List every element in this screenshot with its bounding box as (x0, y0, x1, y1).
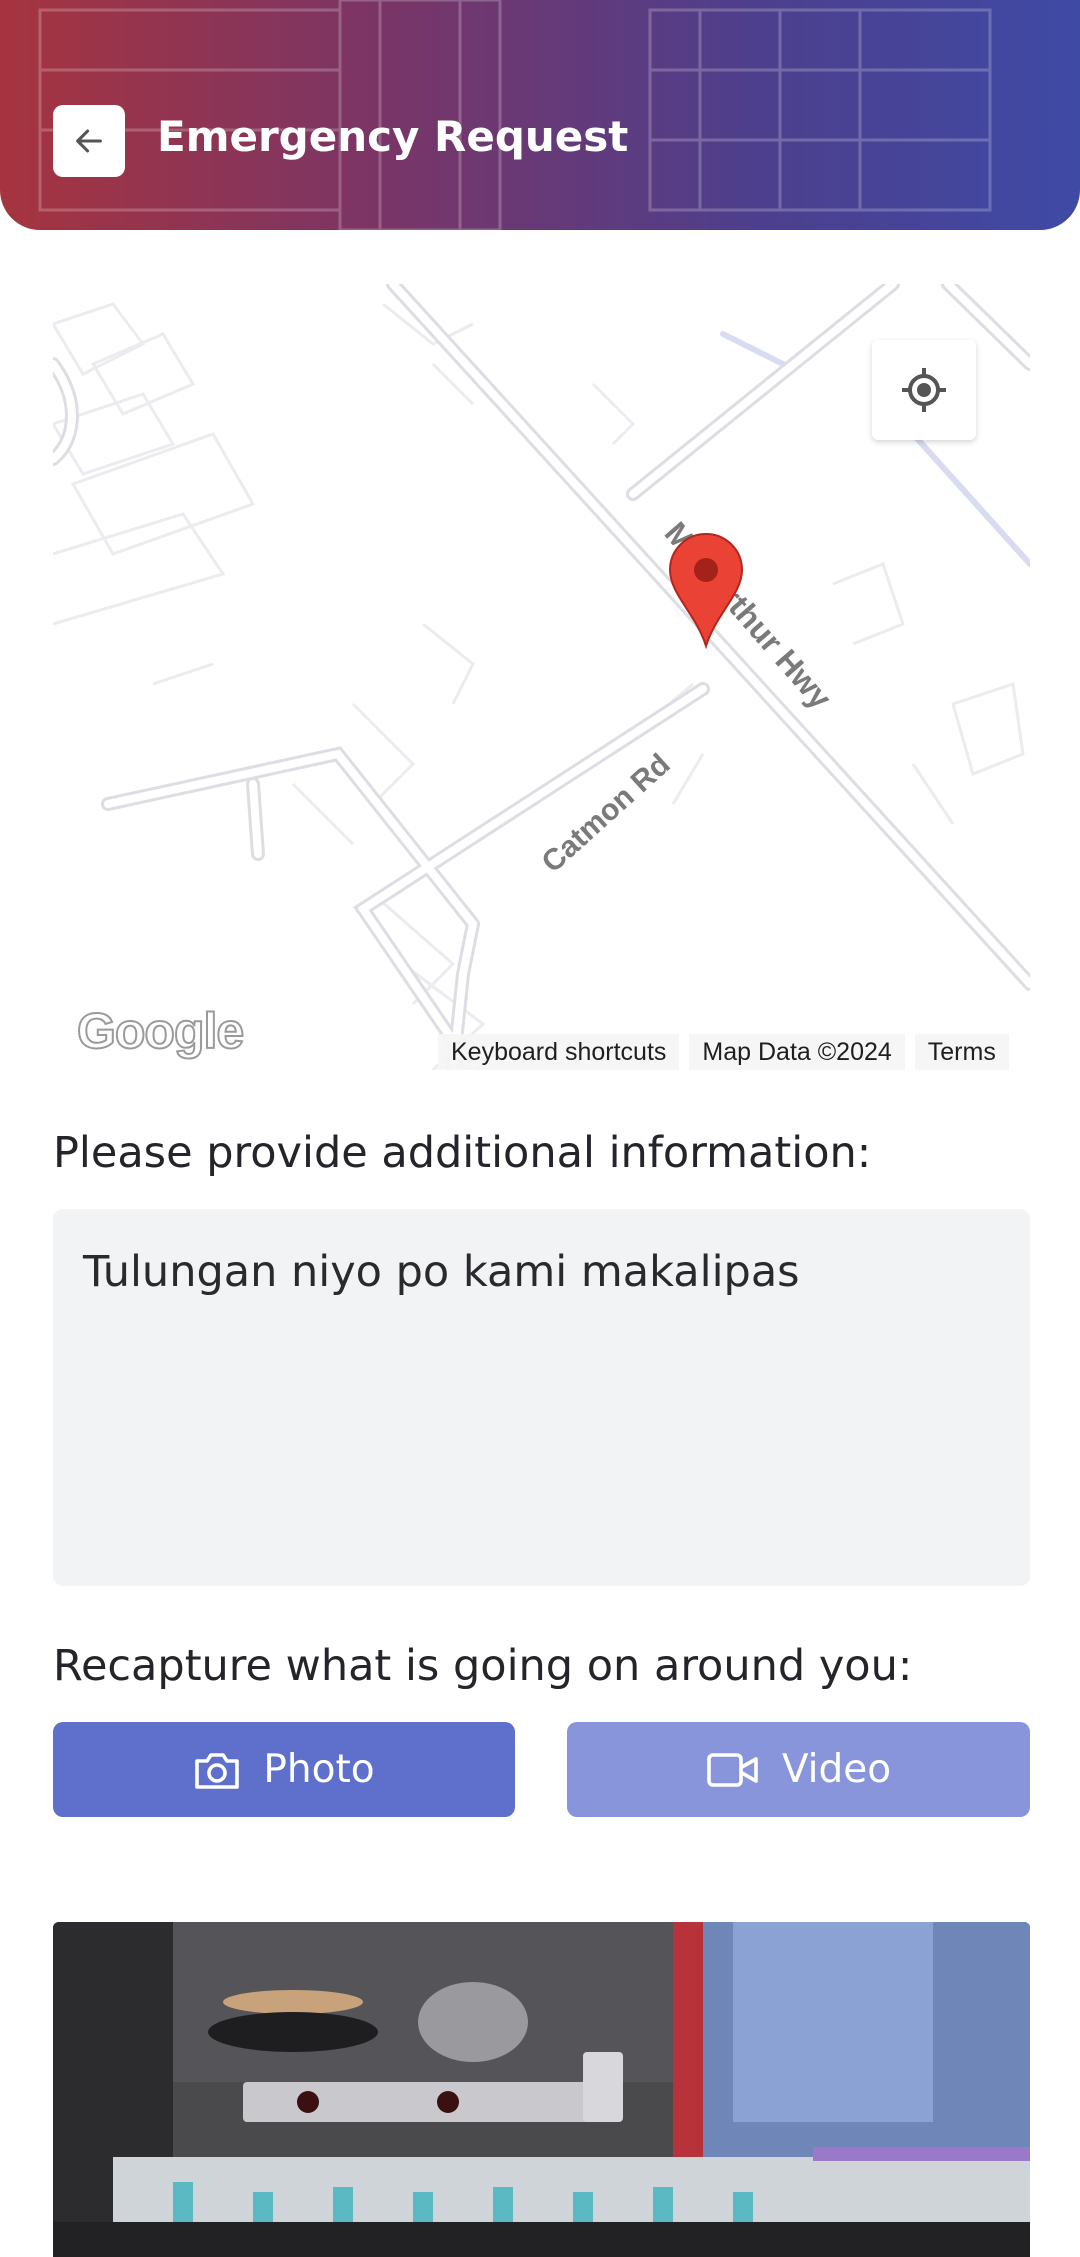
camera-icon (195, 1752, 240, 1789)
map-data-attribution: Map Data ©2024 (689, 1034, 905, 1070)
additional-info-textarea[interactable]: Tulungan niyo po kami makalipas (53, 1209, 1030, 1586)
video-button[interactable]: Video (567, 1722, 1030, 1817)
video-button-label: Video (781, 1747, 892, 1792)
map-footer: Keyboard shortcuts Map Data ©2024 Terms (438, 1034, 1009, 1070)
location-pin-icon (668, 532, 744, 650)
photo-button-label: Photo (263, 1747, 375, 1792)
page-title: Emergency Request (157, 112, 629, 161)
additional-info-label: Please provide additional information: (53, 1128, 872, 1178)
keyboard-shortcuts-link[interactable]: Keyboard shortcuts (438, 1034, 680, 1070)
back-button[interactable] (53, 105, 125, 177)
app-header: Emergency Request (0, 0, 1080, 230)
photo-button[interactable]: Photo (53, 1722, 515, 1817)
my-location-button[interactable] (872, 340, 976, 440)
my-location-icon (902, 368, 946, 412)
video-camera-icon (707, 1752, 758, 1787)
road-label-catmon: Catmon Rd (536, 748, 677, 880)
google-logo: Google (76, 1002, 245, 1060)
captured-photo-preview (53, 1922, 1030, 2257)
terms-link[interactable]: Terms (914, 1034, 1009, 1070)
arrow-left-icon (76, 129, 102, 153)
map-view[interactable]: MacArthur Hwy Catmon Rd Google Keyboard … (53, 284, 1030, 1070)
recapture-label: Recapture what is going on around you: (53, 1641, 913, 1691)
captured-photo (53, 1922, 1030, 2257)
